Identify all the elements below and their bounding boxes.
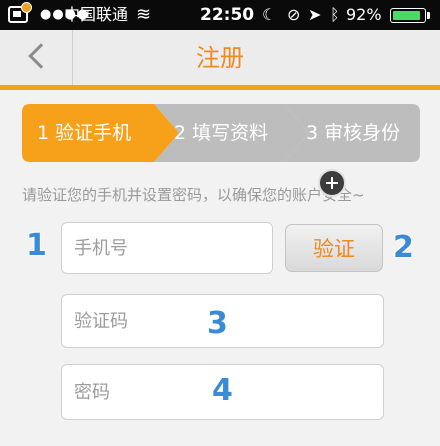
step-2-label: 2 填写资料 (174, 122, 269, 144)
nav-underline (0, 85, 440, 90)
hint-text: 请验证您的手机并设置密码，以确保您的账户安全~ (22, 186, 365, 204)
step-3-label: 3 审核身份 (306, 122, 401, 144)
rotation-lock-icon: ⊘ (287, 5, 301, 24)
marker-1: 1 (26, 228, 47, 263)
carrier-name: 中国联通 (64, 5, 129, 24)
battery-icon (390, 8, 426, 23)
clock: 22:50 (200, 5, 255, 25)
step-indicator: 1 验证手机 2 填写资料 3 审核身份 (22, 104, 420, 162)
battery-tip (427, 12, 430, 19)
verify-button[interactable]: 验证 (285, 224, 383, 272)
marker-4: 4 (212, 373, 233, 408)
status-bar: ●●●● 中国联通 ≋ 22:50 ☾ ⊘ ➤ ᛒ 92% (0, 0, 440, 30)
phone-input[interactable] (61, 222, 273, 274)
battery-fill (393, 11, 420, 20)
step-1-label: 1 验证手机 (37, 122, 132, 144)
bluetooth-icon: ᛒ (330, 5, 340, 24)
wifi-icon: ≋ (136, 4, 152, 25)
page-title: 注册 (196, 44, 244, 72)
location-icon: ➤ (308, 5, 322, 24)
moon-icon: ☾ (262, 5, 277, 24)
marker-2: 2 (393, 230, 414, 265)
battery-percent: 92% (346, 5, 382, 24)
plus-icon[interactable] (318, 169, 346, 197)
marker-3: 3 (207, 306, 228, 341)
notification-badge (21, 2, 32, 13)
